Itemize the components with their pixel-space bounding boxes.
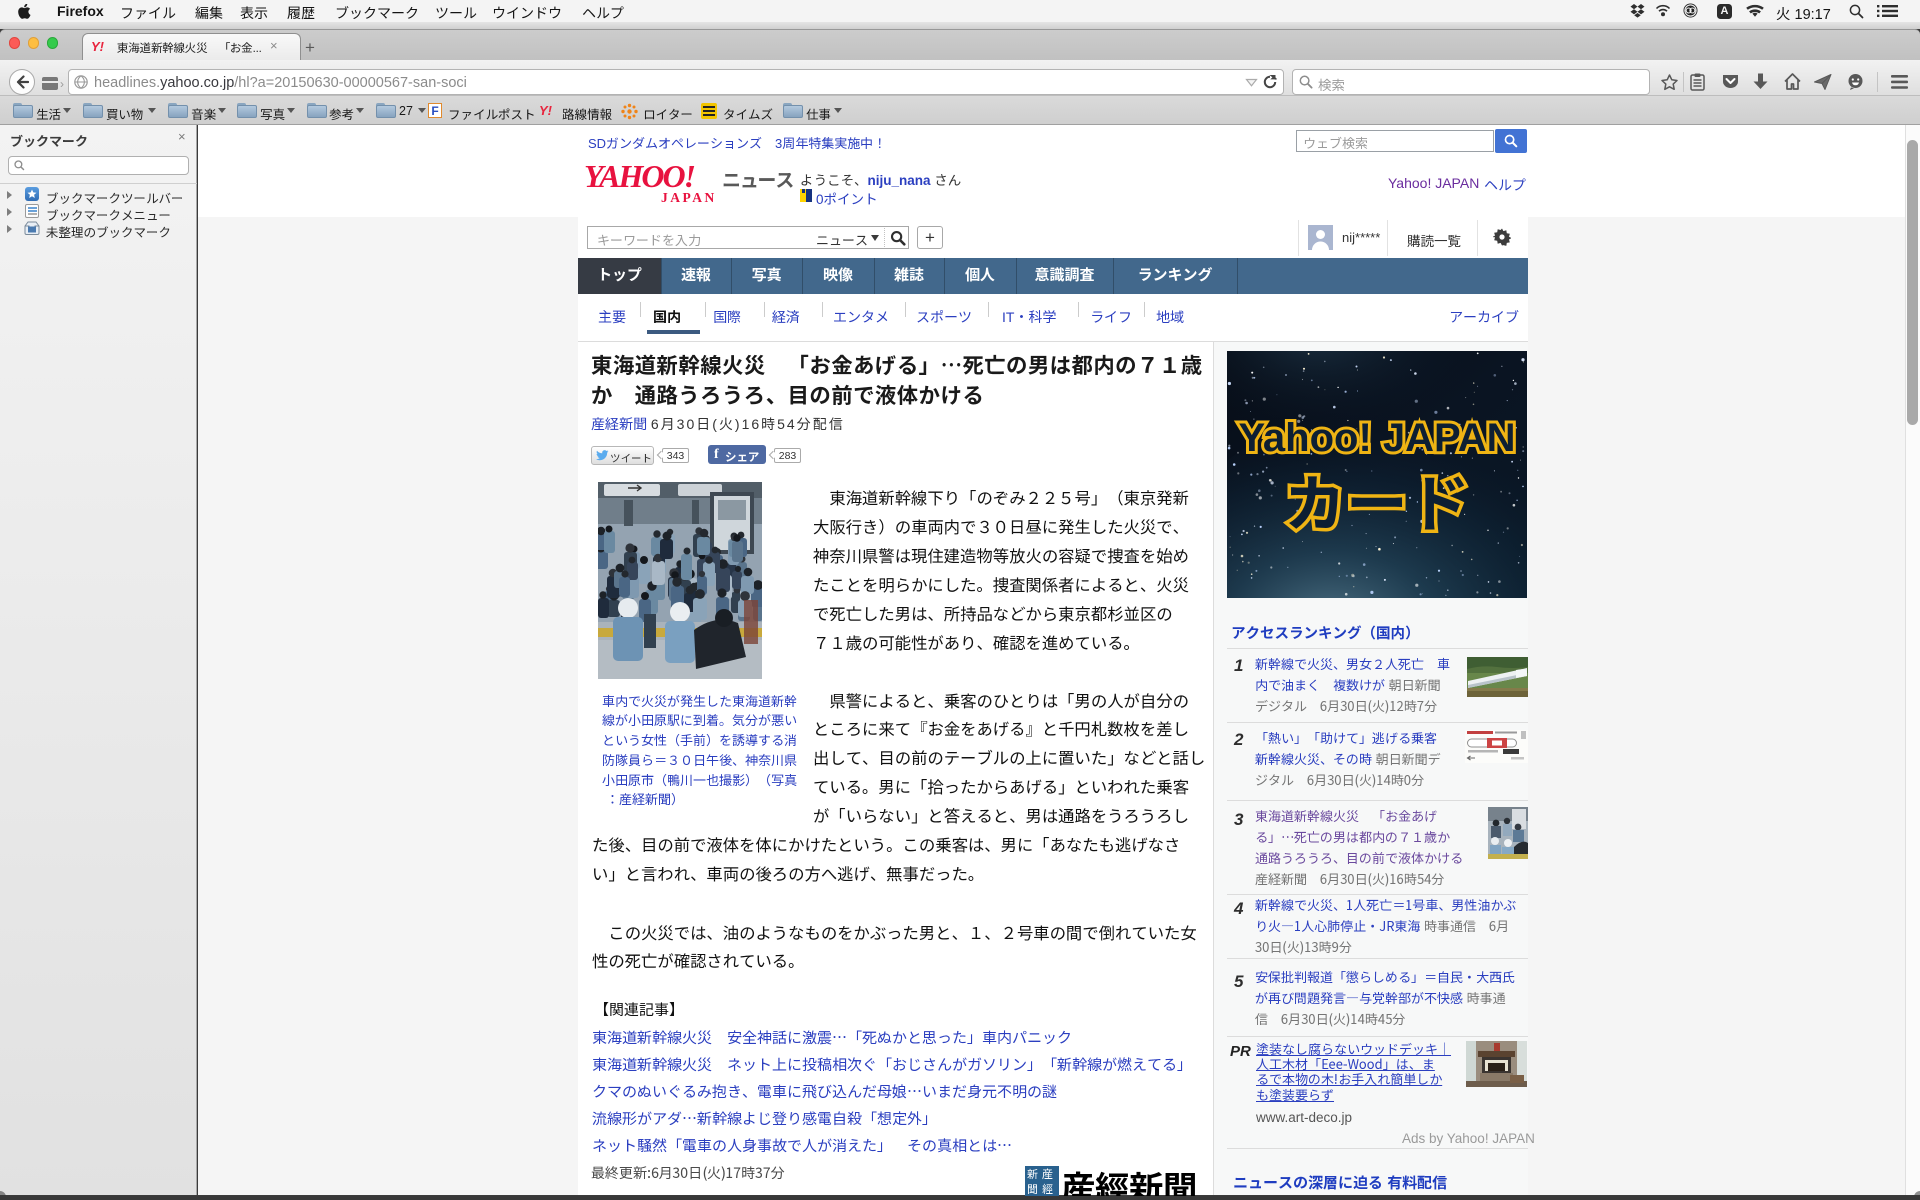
- svg-text:カード: カード: [1284, 454, 1470, 544]
